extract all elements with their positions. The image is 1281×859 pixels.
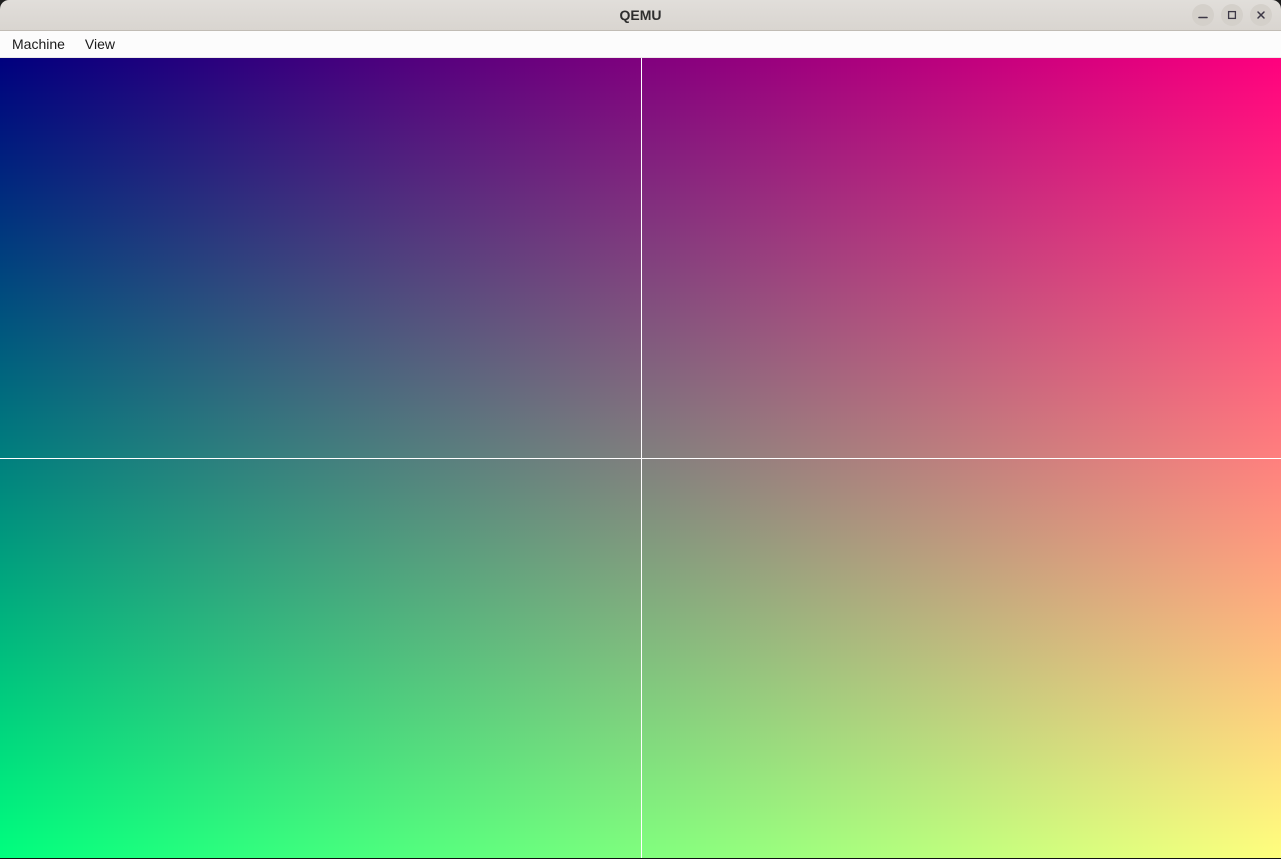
maximize-icon bbox=[1225, 8, 1239, 22]
window-title: QEMU bbox=[619, 7, 662, 23]
maximize-button[interactable] bbox=[1221, 4, 1243, 26]
menubar: Machine View bbox=[0, 31, 1281, 58]
menu-machine[interactable]: Machine bbox=[2, 31, 75, 57]
crosshair-horizontal-line bbox=[0, 458, 1281, 459]
menu-view[interactable]: View bbox=[75, 31, 125, 57]
close-button[interactable] bbox=[1250, 4, 1272, 26]
guest-display[interactable] bbox=[0, 58, 1281, 858]
minimize-button[interactable] bbox=[1192, 4, 1214, 26]
window-controls bbox=[1192, 4, 1281, 26]
close-icon bbox=[1254, 8, 1268, 22]
minimize-icon bbox=[1196, 8, 1210, 22]
qemu-window: QEMU Machine View bbox=[0, 0, 1281, 859]
titlebar[interactable]: QEMU bbox=[0, 0, 1281, 31]
